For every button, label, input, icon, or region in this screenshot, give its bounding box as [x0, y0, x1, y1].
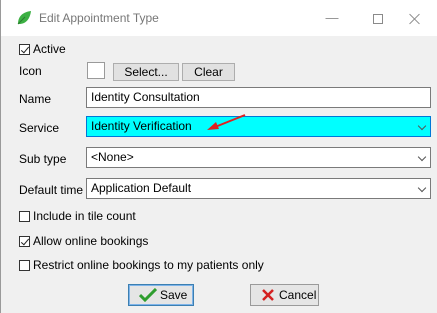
chevron-down-icon: [417, 183, 427, 193]
chevron-down-icon: [417, 152, 427, 162]
sub-type-dropdown[interactable]: <None>: [86, 147, 431, 168]
edit-appointment-type-dialog: Edit Appointment Type — Active Icon Sele…: [0, 0, 437, 313]
minimize-button[interactable]: —: [315, 7, 349, 29]
name-label: Name: [19, 92, 52, 106]
restrict-online-bookings-label: Restrict online bookings to my patients …: [33, 258, 264, 272]
default-time-label: Default time: [19, 183, 84, 197]
clear-icon-button[interactable]: Clear: [182, 63, 235, 81]
save-button[interactable]: Save: [128, 284, 194, 306]
leaf-icon: [17, 11, 31, 25]
cancel-button[interactable]: Cancel: [250, 284, 319, 306]
maximize-button[interactable]: [361, 7, 395, 29]
icon-preview: [87, 62, 105, 79]
red-arrow-annotation: [207, 114, 246, 130]
service-value: Identity Verification: [91, 119, 192, 133]
service-dropdown[interactable]: Identity Verification: [86, 116, 431, 137]
chevron-down-icon: [417, 121, 427, 131]
active-checkbox[interactable]: [19, 44, 30, 55]
window-title: Edit Appointment Type: [39, 11, 159, 25]
minimize-icon: —: [325, 10, 339, 25]
select-icon-button[interactable]: Select...: [113, 63, 179, 81]
cancel-label: Cancel: [279, 288, 317, 302]
close-icon: [409, 13, 421, 25]
icon-label: Icon: [19, 64, 42, 78]
maximize-icon: [373, 13, 383, 24]
cross-icon: [262, 289, 274, 301]
default-time-dropdown[interactable]: Application Default: [86, 178, 431, 199]
save-label: Save: [160, 288, 188, 302]
name-field[interactable]: Identity Consultation: [86, 87, 431, 108]
allow-online-bookings-label: Allow online bookings: [33, 234, 149, 248]
close-button[interactable]: [398, 7, 432, 29]
include-in-tile-count-checkbox[interactable]: [19, 211, 30, 222]
title-bar: Edit Appointment Type —: [1, 0, 437, 36]
restrict-online-bookings-checkbox[interactable]: [19, 260, 30, 271]
include-in-tile-count-label: Include in tile count: [33, 209, 136, 223]
default-time-value: Application Default: [91, 181, 192, 195]
sub-type-value: <None>: [91, 150, 134, 164]
name-value: Identity Consultation: [91, 90, 200, 104]
service-label: Service: [19, 121, 60, 135]
allow-online-bookings-checkbox[interactable]: [19, 236, 30, 247]
checkmark-icon: [139, 288, 157, 302]
sub-type-label: Sub type: [19, 152, 67, 166]
active-label: Active: [33, 42, 66, 56]
